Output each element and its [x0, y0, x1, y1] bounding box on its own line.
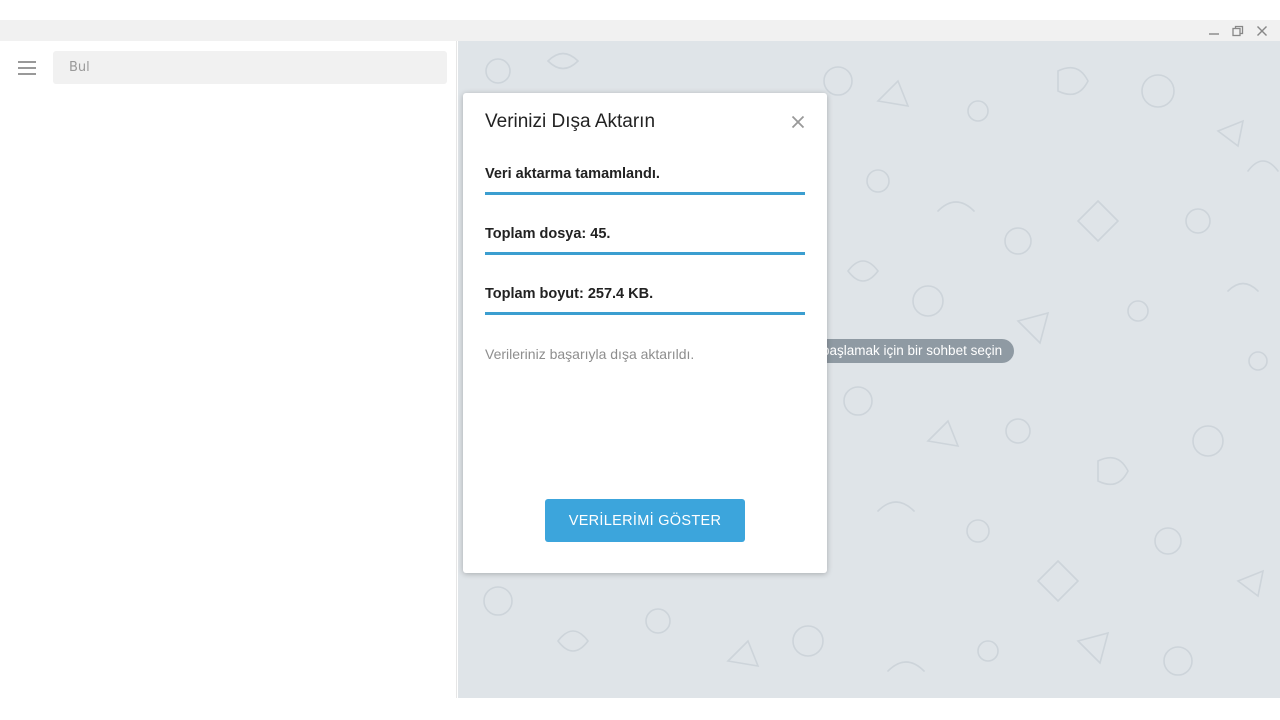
progress-bar [485, 252, 805, 255]
close-icon [1257, 25, 1267, 36]
minimize-button[interactable] [1202, 20, 1226, 41]
progress-label: Veri aktarma tamamlandı. [485, 166, 660, 182]
top-strip [0, 0, 1280, 20]
search-box [53, 51, 447, 84]
export-progress-item: Toplam boyut: 257.4 KB. [485, 284, 805, 315]
maximize-button[interactable] [1226, 20, 1250, 41]
minimize-icon [1209, 32, 1219, 35]
show-my-data-button[interactable]: VERİLERİMİ GÖSTER [545, 499, 745, 542]
export-progress-item: Toplam dosya: 45. [485, 224, 805, 255]
main-menu-button[interactable] [12, 53, 42, 83]
chat-list-panel [0, 41, 457, 698]
dialog-title: Verinizi Dışa Aktarın [485, 111, 656, 132]
search-input[interactable] [67, 59, 427, 76]
window-controls [1202, 20, 1274, 41]
progress-label: Toplam boyut: 257.4 KB. [485, 286, 654, 302]
close-icon [791, 115, 805, 129]
window-titlebar [0, 20, 1280, 41]
export-data-dialog: Verinizi Dışa Aktarın Veri aktarma tamam… [463, 93, 827, 573]
dialog-close-button[interactable] [789, 113, 807, 131]
progress-bar [485, 312, 805, 315]
bottom-strip [0, 698, 1280, 720]
select-chat-hint: başlamak için bir sohbet seçin [808, 339, 1015, 363]
progress-bar [485, 192, 805, 195]
progress-bar-fill [485, 192, 805, 195]
export-progress-item: Veri aktarma tamamlandı. [485, 164, 805, 195]
progress-bar-fill [485, 252, 805, 255]
progress-label: Toplam dosya: 45. [485, 226, 611, 242]
export-status-text: Verileriniz başarıyla dışa aktarıldı. [485, 346, 695, 362]
restore-icon [1232, 25, 1244, 36]
window-close-button[interactable] [1250, 20, 1274, 41]
progress-bar-fill [485, 312, 805, 315]
hamburger-menu-icon [18, 61, 36, 75]
